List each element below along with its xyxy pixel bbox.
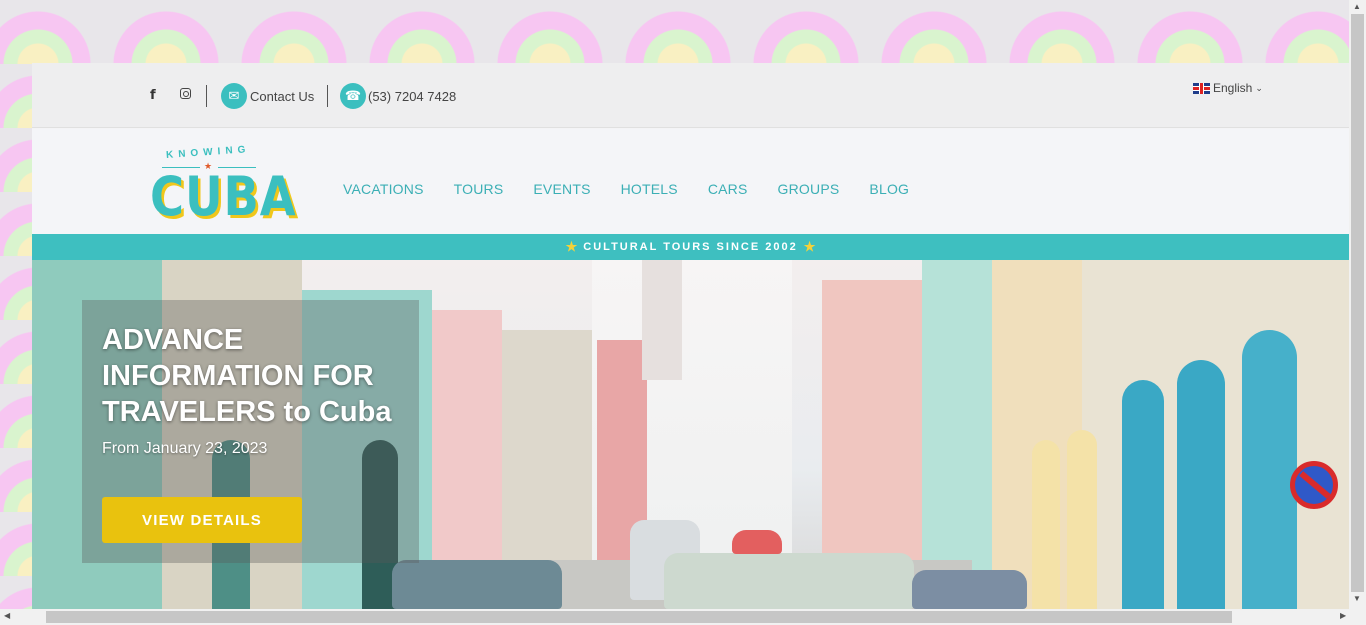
tagline-strip: ★ CULTURAL TOURS SINCE 2002 ★ [32, 234, 1349, 260]
hero-building [922, 260, 992, 609]
divider [206, 85, 207, 107]
hero-arch [1242, 330, 1297, 609]
facebook-icon[interactable]: f [150, 88, 156, 103]
star-icon: ★ [803, 239, 816, 254]
nav-item-groups[interactable]: GROUPS [778, 181, 840, 197]
hero-arch [1122, 380, 1164, 609]
hero-arch [1067, 430, 1097, 609]
star-icon: ★ [565, 239, 578, 254]
envelope-icon[interactable]: ✉ [221, 83, 247, 109]
hero-title: ADVANCE INFORMATION FOR TRAVELERS to Cub… [102, 324, 392, 428]
hero-arch [1177, 360, 1225, 609]
nav-item-blog[interactable]: BLOG [869, 181, 909, 197]
hero-arch [1032, 440, 1060, 609]
site-logo[interactable]: KNOWING ★ CUBA [150, 141, 296, 227]
nav-item-vacations[interactable]: VACATIONS [343, 181, 424, 197]
chevron-down-icon: ⌄ [1255, 82, 1263, 93]
language-selector[interactable]: English ⌄ [1193, 81, 1263, 95]
divider [327, 85, 328, 107]
no-parking-sign-icon [1290, 461, 1338, 509]
nav-item-events[interactable]: EVENTS [533, 181, 590, 197]
horizontal-scrollbar[interactable]: ◀ ▶ [0, 609, 1366, 625]
website-content: f ✉ Contact Us ☎ (53) 7204 7428 English … [32, 63, 1349, 609]
phone-icon[interactable]: ☎ [340, 83, 366, 109]
uk-flag-icon [1193, 82, 1210, 94]
tagline-text: CULTURAL TOURS SINCE 2002 [583, 241, 798, 253]
header: KNOWING ★ CUBA VACATIONS TOURS EVENTS HO… [32, 129, 1349, 234]
hero-date: From January 23, 2023 [102, 440, 268, 457]
logo-tagline: KNOWING [165, 144, 251, 161]
hero-car [912, 570, 1027, 609]
nav-item-hotels[interactable]: HOTELS [621, 181, 678, 197]
vertical-scroll-thumb[interactable] [1351, 14, 1364, 592]
main-nav: VACATIONS TOURS EVENTS HOTELS CARS GROUP… [343, 181, 909, 197]
top-bar: f ✉ Contact Us ☎ (53) 7204 7428 English … [32, 63, 1349, 128]
horizontal-scroll-thumb[interactable] [46, 611, 1232, 623]
instagram-icon[interactable] [180, 87, 191, 102]
scroll-down-icon[interactable]: ▼ [1353, 594, 1361, 603]
hero-slider: ADVANCE INFORMATION FOR TRAVELERS to Cub… [32, 260, 1349, 609]
hero-car [664, 553, 914, 609]
nav-item-tours[interactable]: TOURS [454, 181, 504, 197]
logo-wordmark: CUBA [150, 165, 297, 228]
phone-number-link[interactable]: (53) 7204 7428 [368, 89, 456, 104]
hero-building [642, 260, 682, 380]
nav-item-cars[interactable]: CARS [708, 181, 748, 197]
hero-car [732, 530, 782, 554]
vertical-scrollbar[interactable]: ▲ ▼ [1349, 0, 1366, 609]
view-details-button[interactable]: VIEW DETAILS [102, 497, 302, 543]
hero-car [392, 560, 562, 609]
language-label: English [1213, 81, 1253, 95]
scroll-left-icon[interactable]: ◀ [4, 611, 10, 620]
scroll-right-icon[interactable]: ▶ [1340, 611, 1346, 620]
scroll-up-icon[interactable]: ▲ [1353, 2, 1361, 11]
contact-us-link[interactable]: Contact Us [250, 89, 314, 104]
